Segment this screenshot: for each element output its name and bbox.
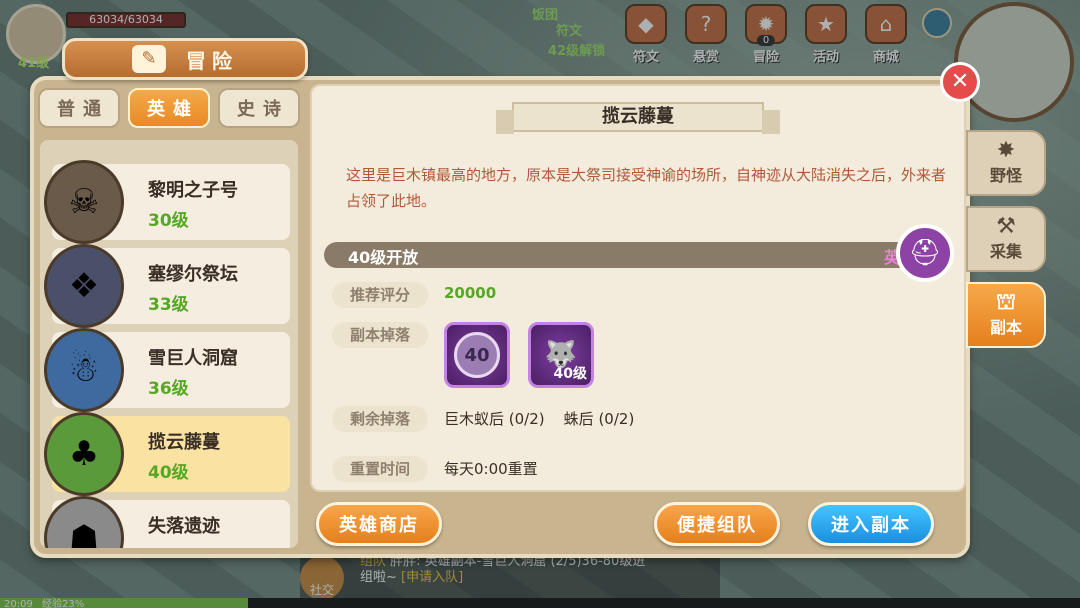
pirate-boss-portrait-icon: ☠ (44, 160, 124, 244)
drops-label: 副本掉落 (332, 322, 428, 348)
remaining-drops-label: 剩余掉落 (332, 406, 428, 432)
open-level-bar: 40级开放 英雄 (324, 242, 934, 268)
dungeon-name: 揽云藤蔓 (148, 432, 220, 453)
snow-giant-portrait-icon: ☃ (44, 328, 124, 412)
adventure-logo-icon: ✎ (132, 45, 166, 73)
recommend-score-label: 推荐评分 (332, 282, 428, 308)
dungeon-title-ribbon: 揽云藤蔓 (496, 102, 780, 134)
tab-hero[interactable]: 英雄 (128, 88, 210, 128)
tab-monsters[interactable]: ✸ 野怪 (966, 130, 1046, 196)
panel-title: ✎ 冒险 (62, 38, 308, 80)
drop-item-wolf[interactable]: 🐺 40级 (528, 322, 594, 388)
drop-level-text: 40级 (553, 366, 587, 382)
hero-shop-button[interactable]: 英雄商店 (316, 502, 442, 546)
difficulty-tabs: 普通 英雄 史诗 (38, 88, 300, 128)
panel-title-text: 冒险 (186, 48, 238, 73)
tab-gather[interactable]: ⚒ 采集 (966, 206, 1046, 272)
tab-dungeon[interactable]: ⛫ 副本 (966, 282, 1046, 348)
dungeon-item-dawn-son[interactable]: ☠ 黎明之子号 30级 (44, 160, 290, 244)
dungeon-level: 33级 (148, 295, 189, 315)
vine-monster-portrait-icon: ♣ (44, 412, 124, 496)
monster-icon: ✸ (996, 138, 1016, 163)
enter-dungeon-button[interactable]: 进入副本 (808, 502, 934, 546)
reset-time-value: 每天0:00重置 (444, 460, 538, 478)
dungeon-level: 40级 (148, 463, 189, 483)
remaining-drops-value: 巨木蚁后 (0/2) 蛛后 (0/2) (444, 410, 635, 428)
drop-item-coin[interactable]: 40 (444, 322, 510, 388)
dark-beast-portrait-icon: ❖ (44, 244, 124, 328)
recommend-score-value: 20000 (444, 284, 497, 302)
dungeon-description: 这里是巨木镇最高的地方，原本是大祭司接受神谕的场所，自神迹从大陆消失之后，外来者… (346, 166, 947, 210)
side-tab-label: 采集 (989, 242, 1022, 261)
dungeon-level: 30级 (148, 211, 189, 231)
side-tab-label: 野怪 (989, 166, 1022, 185)
dungeon-name: 雪巨人洞窟 (148, 348, 238, 369)
dungeon-list[interactable]: ☠ 黎明之子号 30级 ❖ 塞缪尔祭坛 33级 ☃ 雪巨人洞窟 36级 ♣ 揽云… (40, 140, 298, 548)
dungeon-name: 失落遗迹 (148, 516, 220, 537)
open-level-text: 40级开放 (348, 248, 419, 267)
tab-normal[interactable]: 普通 (38, 88, 120, 128)
close-icon[interactable]: ✕ (940, 62, 980, 102)
dungeon-name: 黎明之子号 (148, 180, 238, 201)
dungeon-item-cloud-vine[interactable]: ♣ 揽云藤蔓 40级 (44, 412, 290, 496)
dungeon-item-lost-ruins[interactable]: ☗ 失落遗迹 (44, 496, 290, 548)
dungeon-item-snow-giant-cave[interactable]: ☃ 雪巨人洞窟 36级 (44, 328, 290, 412)
dungeon-detail: 揽云藤蔓 这里是巨木镇最高的地方，原本是大祭司接受神谕的场所，自神迹从大陆消失之… (310, 84, 966, 492)
dungeon-item-samuel-altar[interactable]: ❖ 塞缪尔祭坛 33级 (44, 244, 290, 328)
reset-time-label: 重置时间 (332, 456, 428, 482)
pickaxe-icon: ⚒ (996, 214, 1016, 239)
hero-helmet-icon: ⛑ (896, 224, 954, 282)
tab-epic[interactable]: 史诗 (218, 88, 300, 128)
quick-team-button[interactable]: 便捷组队 (654, 502, 780, 546)
coin-icon: 40 (454, 332, 500, 378)
dungeon-name: 塞缪尔祭坛 (148, 264, 238, 285)
dungeon-level: 36级 (148, 379, 189, 399)
side-tab-label: 副本 (989, 318, 1022, 337)
gate-icon: ⛫ (995, 290, 1017, 315)
ruins-portrait-icon: ☗ (44, 496, 124, 548)
